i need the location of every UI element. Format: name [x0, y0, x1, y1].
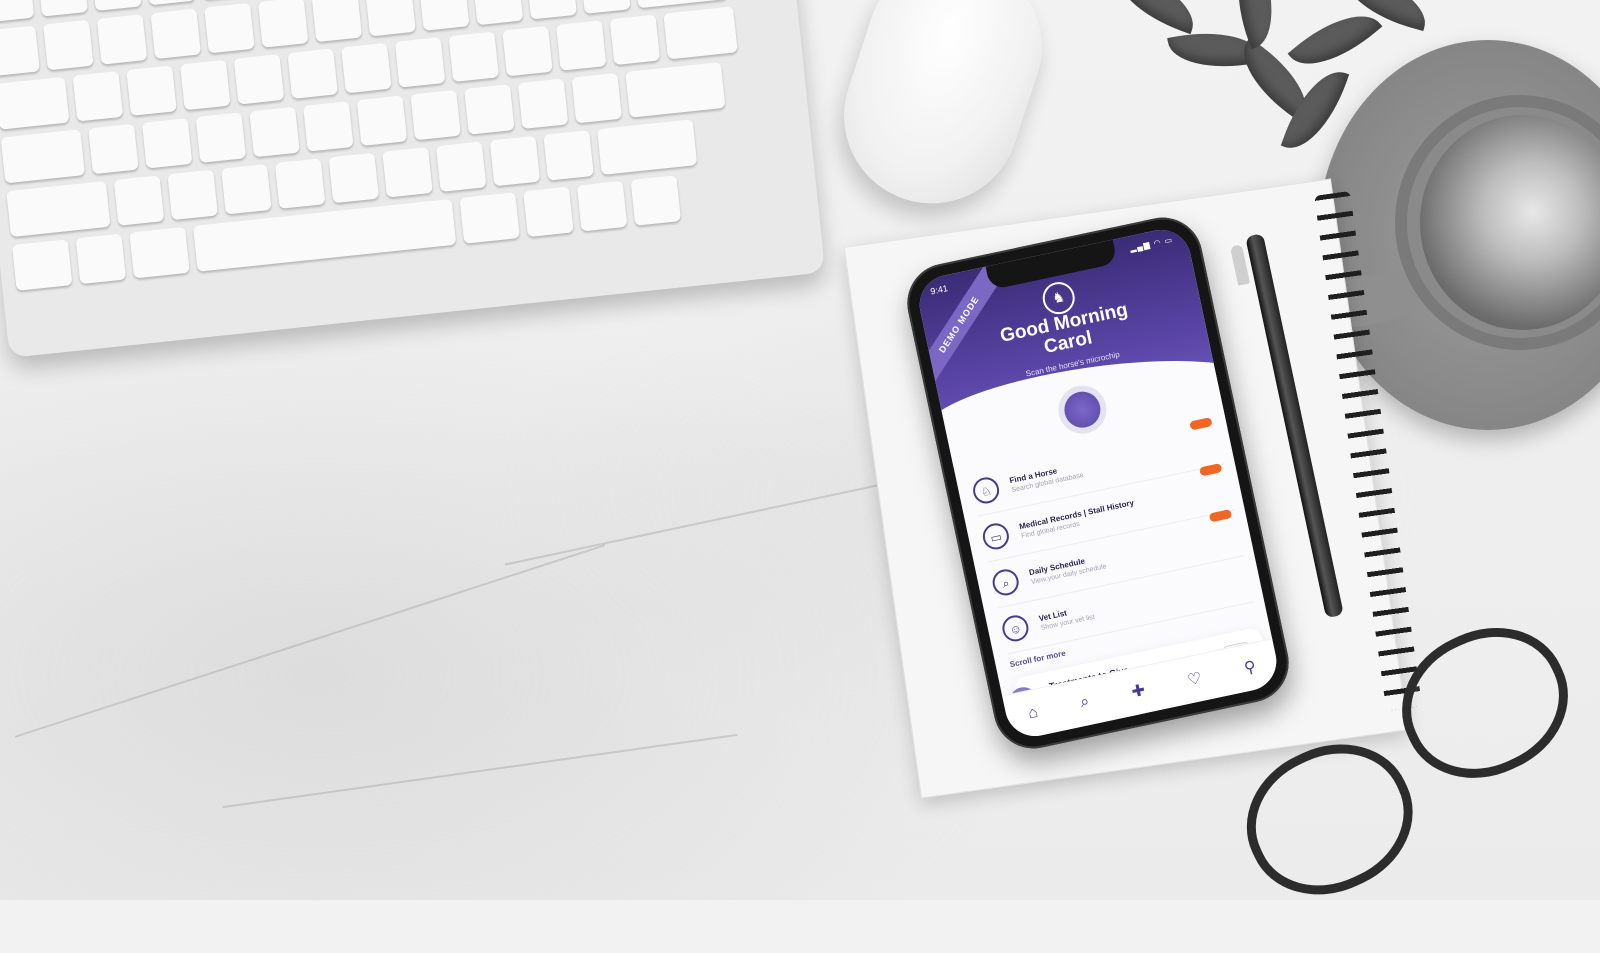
- profile-icon[interactable]: ⚲: [1242, 656, 1258, 678]
- keyboard-key: [39, 0, 88, 17]
- horse-head-icon: ♘: [970, 475, 1002, 506]
- lens: [1223, 719, 1437, 920]
- keyboard-key: [146, 0, 196, 6]
- status-time: 9:41: [929, 283, 949, 297]
- keyboard: [0, 0, 826, 358]
- keyboard-key: [526, 0, 577, 20]
- keyboard-key: [435, 141, 487, 192]
- marble-vein: [504, 476, 916, 566]
- keyboard-key: [0, 25, 40, 76]
- marble-vein: [222, 733, 738, 809]
- keyboard-key: [625, 61, 726, 118]
- keyboard-key: [249, 106, 300, 158]
- keyboard-key: [448, 31, 500, 83]
- keyboard-key: [129, 226, 190, 279]
- keyboard-key: [555, 20, 607, 71]
- keyboard-key: [233, 54, 285, 105]
- keyboard-key: [523, 186, 574, 238]
- keyboard-key: [576, 180, 628, 232]
- keyboard-key: [394, 37, 446, 88]
- keyboard-key: [195, 112, 247, 163]
- keyboard-key: [72, 70, 124, 122]
- keyboard-key: [221, 163, 272, 215]
- keyboard-key: [88, 123, 139, 175]
- leaf: [1105, 0, 1205, 35]
- keyboard-key: [126, 65, 177, 116]
- keyboard-key: [0, 76, 70, 130]
- keyboard-key: [113, 175, 165, 226]
- keyboard-key: [543, 130, 594, 181]
- status-icons: ▂▄▆ ◠ ▭: [1129, 235, 1174, 254]
- keyboard-key: [597, 119, 698, 176]
- keyboard-key: [287, 48, 338, 99]
- search-icon[interactable]: ⌕: [1079, 693, 1092, 712]
- keyboard-key: [141, 118, 193, 169]
- keyboard-key: [464, 84, 515, 135]
- keyboard-key: [341, 42, 392, 94]
- keyboard-key: [502, 25, 553, 77]
- keyboard-key: [472, 0, 524, 26]
- keyboard-key: [489, 135, 541, 187]
- keyboard-key: [179, 59, 231, 111]
- keyboard-key: [663, 6, 738, 60]
- keyboard-key: [0, 129, 86, 184]
- keyboard-key: [418, 0, 470, 31]
- keyboard-key: [150, 8, 202, 60]
- keyboard-key: [167, 169, 218, 221]
- keyboard-key: [92, 0, 142, 12]
- keyboard-key: [365, 0, 416, 37]
- keyboard-key: [410, 89, 461, 141]
- keyboard-key: [274, 158, 326, 209]
- keyboard-key: [0, 0, 35, 23]
- mouse: [821, 0, 1064, 227]
- keyboard-key: [302, 101, 354, 152]
- keyboard-key: [311, 0, 363, 43]
- search-icon: ⌕: [990, 566, 1022, 598]
- keyboard-key: [356, 95, 408, 146]
- person-icon: ☺: [999, 612, 1031, 644]
- keyboard-key: [6, 180, 111, 238]
- plus-icon[interactable]: ✚: [1130, 680, 1147, 702]
- keyboard-key: [75, 233, 127, 285]
- heart-icon[interactable]: ♡: [1186, 668, 1204, 691]
- marble-vein: [14, 544, 606, 738]
- keyboard-key: [609, 14, 661, 66]
- folder-icon: ▭: [980, 520, 1012, 552]
- keyboard-key: [204, 2, 255, 54]
- keyboard-key: [633, 0, 729, 9]
- keyboard-key: [328, 152, 380, 204]
- keyboard-key: [459, 192, 520, 244]
- keyboard-key: [257, 0, 309, 48]
- keyboard-key: [96, 14, 148, 65]
- keyboard-key: [517, 78, 569, 130]
- keyboard-key: [571, 72, 623, 124]
- keyboard-key: [580, 0, 631, 14]
- home-icon[interactable]: ⌂: [1027, 704, 1040, 724]
- keyboard-key: [43, 19, 94, 71]
- keyboard-key: [382, 147, 433, 198]
- keyboard-key: [11, 239, 73, 291]
- keyboard-key: [630, 175, 682, 226]
